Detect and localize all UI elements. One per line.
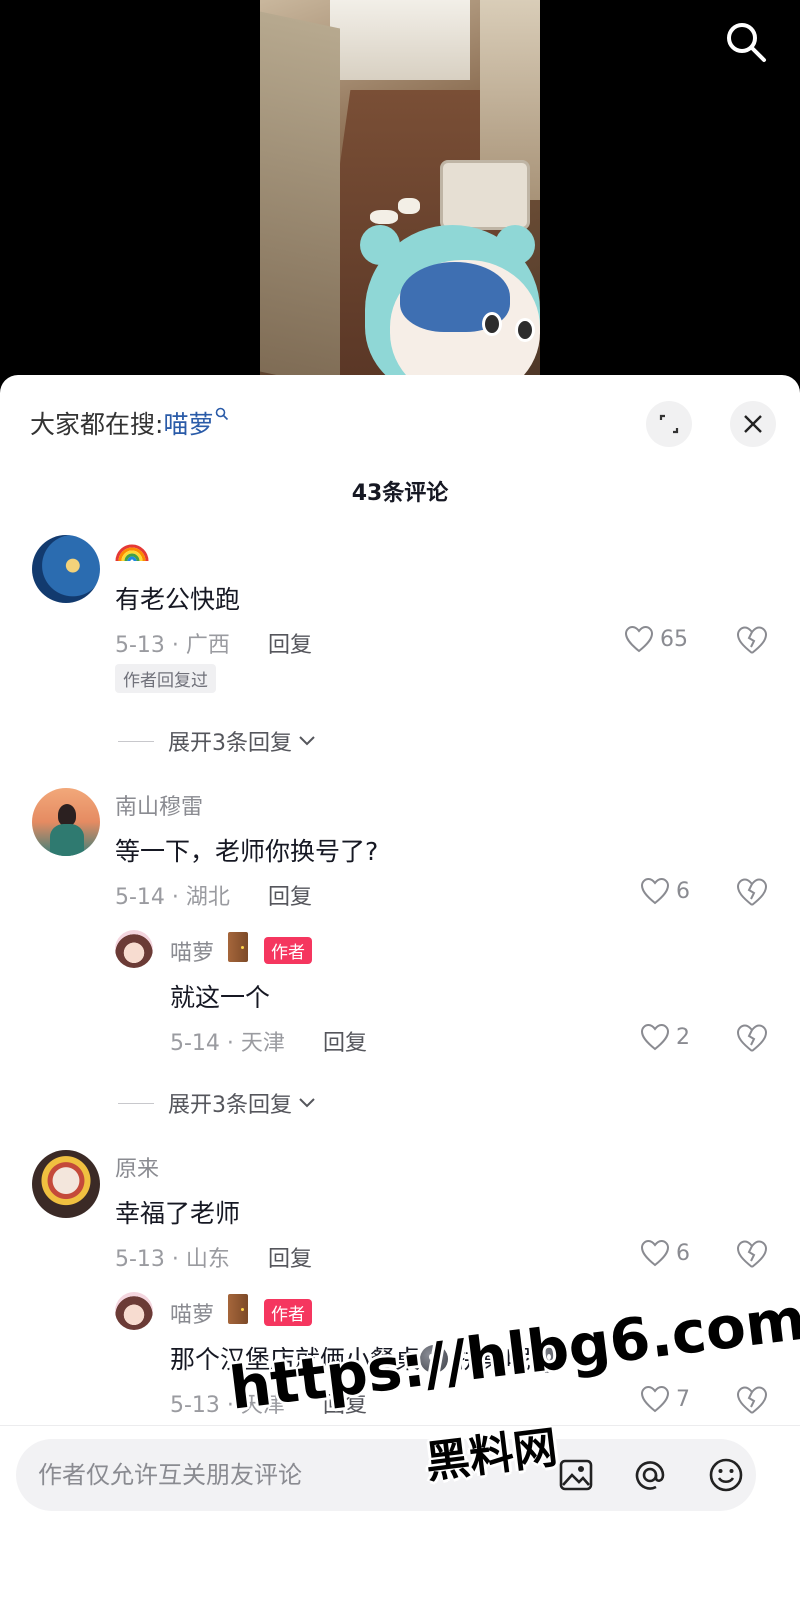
author-badge: 作者 <box>264 1299 312 1326</box>
suggestion-keyword[interactable]: 喵萝 <box>163 410 213 439</box>
image-icon[interactable] <box>556 1455 596 1495</box>
like-button[interactable]: 65 <box>624 625 688 653</box>
like-button[interactable]: 6 <box>640 877 690 905</box>
reply-nickname[interactable]: 喵萝 <box>170 1297 214 1329</box>
comment-input-bar <box>16 1439 756 1511</box>
chevron-down-icon <box>299 1098 315 1108</box>
search-icon[interactable] <box>722 18 770 66</box>
comment-text: 有老公快跑 <box>115 585 241 614</box>
avatar[interactable] <box>32 788 100 856</box>
divider <box>0 1425 800 1426</box>
dislike-icon[interactable] <box>736 1239 768 1269</box>
avatar[interactable] <box>115 930 153 968</box>
like-button[interactable]: 7 <box>640 1385 690 1413</box>
author-badge: 作者 <box>264 937 312 964</box>
comment-meta: 5-13 · 山东 <box>115 1247 230 1272</box>
comment-meta: 5-13 · 广西 <box>115 633 230 658</box>
face-emoji <box>530 1345 559 1373</box>
like-count: 6 <box>676 878 690 904</box>
suggestion-prefix: 大家都在搜: <box>30 410 164 439</box>
chevron-down-icon <box>299 736 315 746</box>
close-panel-button[interactable] <box>730 401 776 447</box>
like-count: 65 <box>660 626 688 652</box>
avatar[interactable] <box>32 1150 100 1218</box>
comment-meta: 5-14 · 湖北 <box>115 885 230 910</box>
reply-nickname[interactable]: 喵萝 <box>170 935 214 967</box>
reply-text-part2: 拼桌呢 <box>448 1345 531 1374</box>
expand-replies-label: 展开3条回复 <box>168 1093 292 1118</box>
face-emoji <box>420 1345 449 1373</box>
dislike-icon[interactable] <box>736 877 768 907</box>
reply-text-part1: 那个汉堡店就俩小餐桌 <box>170 1345 421 1374</box>
reply-text: 那个汉堡店就俩小餐桌 拼桌呢 <box>170 1340 559 1376</box>
expand-replies-label: 展开3条回复 <box>168 731 292 756</box>
reply-button[interactable]: 回复 <box>268 627 312 659</box>
dislike-icon[interactable] <box>736 1023 768 1053</box>
comment-text: 等一下，老师你换号了? <box>115 837 379 866</box>
dislike-icon[interactable] <box>736 1385 768 1415</box>
comment-text: 幸福了老师 <box>115 1199 241 1228</box>
like-count: 7 <box>676 1386 690 1412</box>
reply-button[interactable]: 回复 <box>268 879 312 911</box>
comment-count: 43条评论 <box>351 481 449 506</box>
expand-panel-button[interactable] <box>646 401 692 447</box>
avatar[interactable] <box>115 1292 153 1330</box>
door-emoji <box>228 1294 248 1324</box>
heart-icon <box>640 1023 670 1051</box>
comment-nickname[interactable]: 南山穆雷 <box>115 789 203 821</box>
like-count: 2 <box>676 1024 690 1050</box>
mini-search-icon <box>216 407 229 421</box>
expand-icon <box>659 414 679 434</box>
reply-button[interactable]: 回复 <box>323 1025 367 1057</box>
author-replied-tag: 作者回复过 <box>115 664 216 693</box>
like-count: 6 <box>676 1240 690 1266</box>
video-frame <box>260 0 540 380</box>
search-suggestion[interactable]: 大家都在搜:喵萝 <box>30 405 229 441</box>
close-icon <box>744 415 762 433</box>
video-player[interactable] <box>0 0 800 380</box>
reply-text: 就这一个 <box>170 983 271 1012</box>
reply-meta: 5-13 · 天津 <box>170 1393 285 1418</box>
heart-icon <box>640 1239 670 1267</box>
reply-meta: 5-14 · 天津 <box>170 1031 285 1056</box>
expand-replies-button[interactable]: 展开3条回复 <box>118 725 316 757</box>
door-emoji <box>228 932 248 962</box>
heart-icon <box>624 625 654 653</box>
comment-nickname[interactable]: 原来 <box>115 1151 159 1183</box>
like-button[interactable]: 2 <box>640 1023 690 1051</box>
like-button[interactable]: 6 <box>640 1239 690 1267</box>
dislike-icon[interactable] <box>736 625 768 655</box>
heart-icon <box>640 1385 670 1413</box>
heart-icon <box>640 877 670 905</box>
reply-button[interactable]: 回复 <box>323 1387 367 1419</box>
expand-replies-button[interactable]: 展开3条回复 <box>118 1087 316 1119</box>
comment-panel: 大家都在搜:喵萝 43条评论 有老公快跑 5-13 · 广西 回复 65 作者回… <box>0 375 800 1613</box>
comment-input[interactable] <box>38 1439 518 1511</box>
rainbow-emoji <box>115 544 149 562</box>
reply-button[interactable]: 回复 <box>268 1241 312 1273</box>
mention-icon[interactable] <box>630 1455 670 1495</box>
emoji-icon[interactable] <box>706 1455 746 1495</box>
avatar[interactable] <box>32 535 100 603</box>
